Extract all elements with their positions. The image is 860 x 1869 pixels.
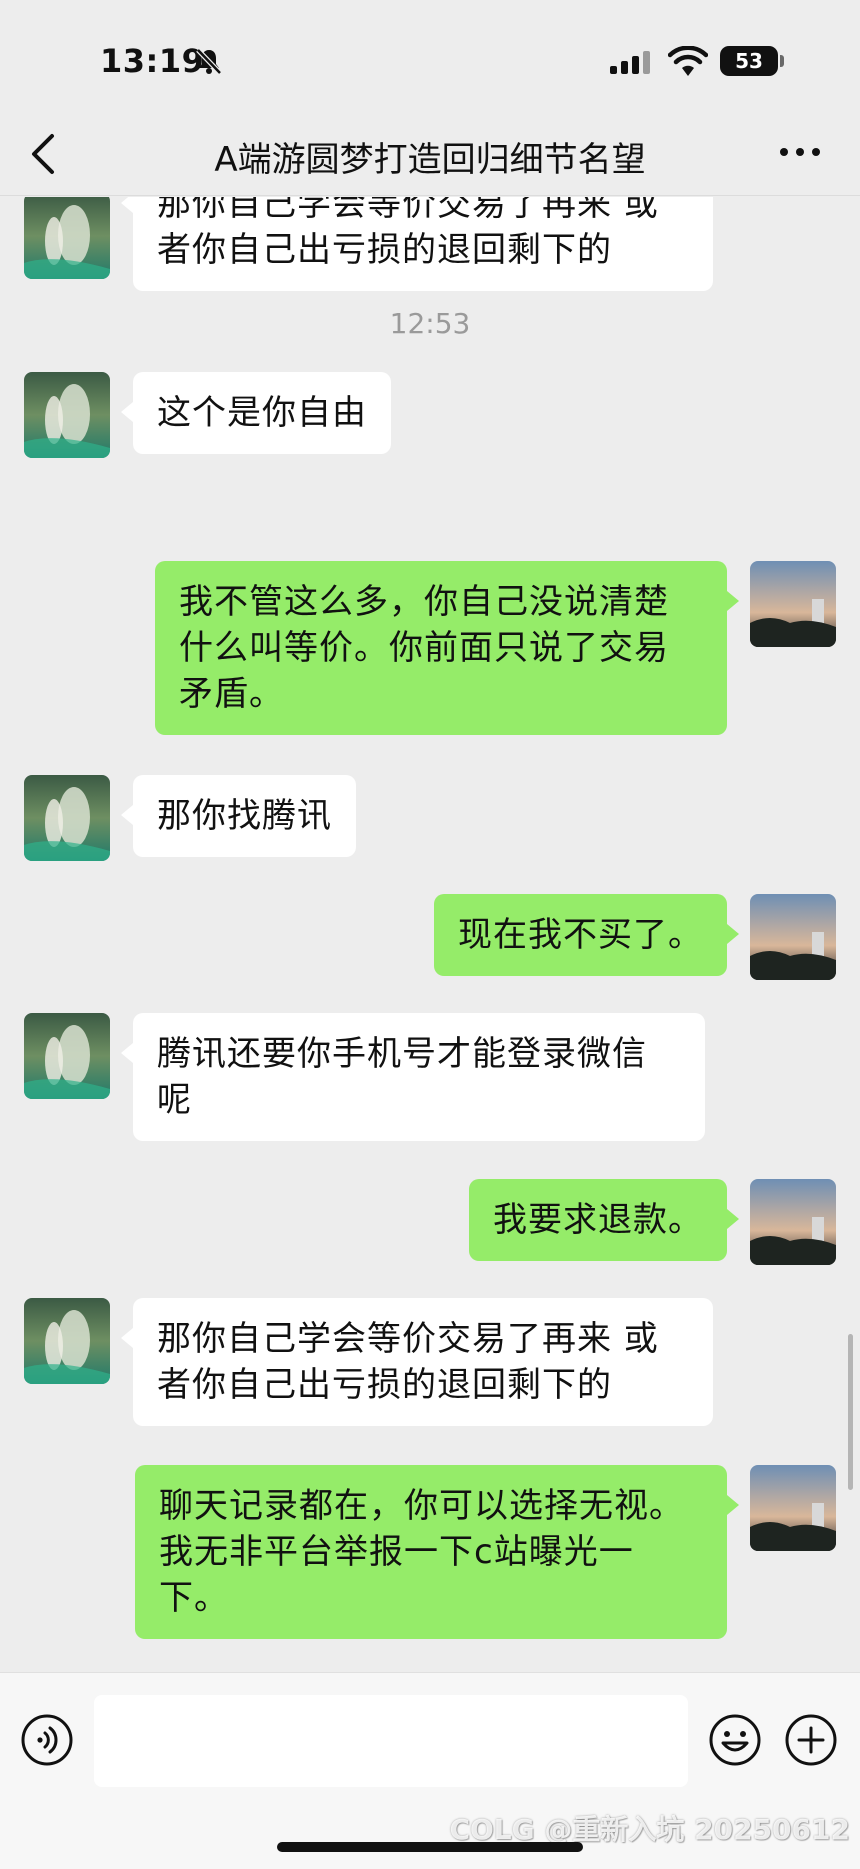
my-avatar[interactable] [750,561,836,647]
wifi-icon [668,46,708,76]
signal-icon [610,51,650,74]
chat-scrollbar[interactable] [848,1334,853,1490]
battery-cap [780,55,784,67]
message-bubble-sent[interactable]: 我不管这么多，你自己没说清楚什么叫等价。你前面只说了交易矛盾。 [155,561,739,735]
message-input[interactable] [94,1695,688,1787]
chat-area[interactable]: 那你自己学会等价交易了再来 或者你自己出亏损的退回剩下的 12:53 这个是你自… [0,197,860,1672]
message-bubble-received[interactable]: 这个是你自由 [121,372,391,454]
battery-icon: 53 [720,46,778,76]
contact-avatar[interactable] [24,372,110,458]
message-bubble-received[interactable]: 腾讯还要你手机号才能登录微信呢 [121,1013,705,1141]
bell-muted-icon [196,48,222,75]
message-bubble-received[interactable]: 那你自己学会等价交易了再来 或者你自己出亏损的退回剩下的 [121,1298,713,1426]
message-bubble-sent[interactable]: 我要求退款。 [469,1179,739,1261]
my-avatar[interactable] [750,1179,836,1265]
more-icon[interactable] [776,140,824,164]
contact-avatar[interactable] [24,197,110,279]
plus-icon[interactable] [784,1713,838,1767]
my-avatar[interactable] [750,894,836,980]
voice-input-icon[interactable] [20,1713,74,1767]
contact-avatar[interactable] [24,775,110,861]
nav-bar: A端游圆梦打造回归细节名望 [0,110,860,196]
emoji-icon[interactable] [708,1713,762,1767]
message-bubble-sent[interactable]: 聊天记录都在，你可以选择无视。我无非平台举报一下c站曝光一下。 [135,1465,739,1639]
home-indicator[interactable] [277,1842,583,1852]
message-timestamp: 12:53 [389,307,471,340]
status-bar: 13:19 53 [0,0,860,110]
message-bubble-received[interactable]: 那你自己学会等价交易了再来 或者你自己出亏损的退回剩下的 [121,197,713,291]
my-avatar[interactable] [750,1465,836,1551]
status-time: 13:19 [100,42,205,80]
contact-avatar[interactable] [24,1013,110,1099]
message-bubble-sent[interactable]: 现在我不买了。 [434,894,739,976]
back-arrow-icon[interactable] [28,132,58,176]
chat-title: A端游圆梦打造回归细节名望 [214,140,646,180]
contact-avatar[interactable] [24,1298,110,1384]
message-bubble-received[interactable]: 那你找腾讯 [121,775,356,857]
